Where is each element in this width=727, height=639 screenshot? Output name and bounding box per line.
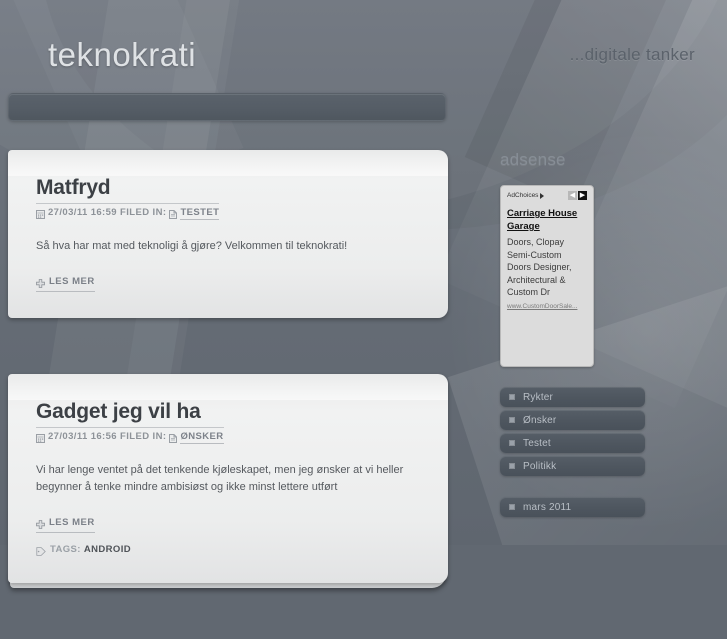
sidebar-item-archive-mars-2011[interactable]: mars 2011 <box>500 497 645 517</box>
category-label: Testet <box>523 437 551 449</box>
ad-prev-button[interactable]: ◀ <box>568 191 577 200</box>
ad-display-url[interactable]: www.CustomDoorSale... <box>507 303 587 310</box>
post-meta: 27/03/11 16:56 FILED IN: ØNSKER <box>36 427 224 444</box>
adsense-heading: adsense <box>500 150 566 169</box>
archive-list: mars 2011 <box>500 497 720 517</box>
post-body: Vi har lenge ventet på det tenkende kjøl… <box>36 464 404 493</box>
sidebar-item-politikk[interactable]: Politikk <box>500 456 645 476</box>
sidebar: adsense AdChoices ◀ ▶ Carriage House Gar… <box>500 150 720 520</box>
sidebar-item-onsker[interactable]: Ønsker <box>500 410 645 430</box>
ad-header: AdChoices ◀ ▶ <box>507 191 587 200</box>
category-label: Rykter <box>523 391 554 403</box>
site-title[interactable]: teknokrati <box>48 36 196 74</box>
post-date: 27/03/11 16:59 <box>48 207 117 218</box>
document-icon <box>169 433 178 444</box>
plus-icon <box>36 519 45 530</box>
square-bullet-icon <box>509 394 515 400</box>
post-meta: 27/03/11 16:59 FILED IN: TESTET <box>36 203 220 220</box>
post-category-link[interactable]: TESTET <box>180 207 220 220</box>
tags-label: TAGS: <box>50 544 81 555</box>
post-card: Gadget jeg vil ha 27/03/11 16:56 FILED I… <box>8 374 448 588</box>
ad-description: Doors, Clopay Semi-Custom Doors Designer… <box>507 237 572 297</box>
post-date: 27/03/11 16:56 <box>48 431 117 442</box>
adchoices-label: AdChoices <box>507 192 539 199</box>
post-tags: TAGS: ANDROID <box>36 544 424 557</box>
calendar-icon <box>36 209 45 220</box>
tag-link[interactable]: ANDROID <box>84 544 131 555</box>
page-root: teknokrati ...digitale tanker Matfryd 27… <box>0 0 727 588</box>
post-card: Matfryd 27/03/11 16:59 FILED IN: TESTET … <box>8 150 448 323</box>
adchoices-link[interactable]: AdChoices <box>507 192 545 199</box>
document-icon <box>169 209 178 220</box>
read-more-link[interactable]: LES MER <box>36 276 95 292</box>
post-title[interactable]: Matfryd <box>36 176 424 200</box>
calendar-icon <box>36 433 45 444</box>
adchoices-triangle-icon <box>540 192 545 199</box>
post-links: LES MER <box>36 512 424 533</box>
post-title[interactable]: Gadget jeg vil ha <box>36 400 424 424</box>
category-list: Rykter Ønsker Testet Politikk <box>500 387 720 476</box>
square-bullet-icon <box>509 463 515 469</box>
read-more-label: LES MER <box>49 517 95 528</box>
sidebar-item-testet[interactable]: Testet <box>500 433 645 453</box>
site-tagline: ...digitale tanker <box>569 45 695 64</box>
archive-label: mars 2011 <box>523 501 572 513</box>
tag-icon <box>36 546 46 557</box>
content-column: Matfryd 27/03/11 16:59 FILED IN: TESTET … <box>8 150 448 639</box>
nav-list <box>9 94 445 120</box>
filed-in-label: FILED IN: <box>120 207 167 218</box>
category-label: Politikk <box>523 460 557 472</box>
adsense-ad-unit[interactable]: AdChoices ◀ ▶ Carriage House Garage Door… <box>500 185 594 367</box>
plus-icon <box>36 278 45 289</box>
ad-nav-controls: ◀ ▶ <box>568 191 587 200</box>
post-body: Så hva har mat med teknoligi å gjøre? Ve… <box>36 240 348 252</box>
read-more-link[interactable]: LES MER <box>36 517 95 533</box>
category-label: Ønsker <box>523 414 557 426</box>
site-header: teknokrati ...digitale tanker <box>0 0 727 88</box>
square-bullet-icon <box>509 504 515 510</box>
read-more-label: LES MER <box>49 276 95 287</box>
square-bullet-icon <box>509 417 515 423</box>
ad-next-button[interactable]: ▶ <box>578 191 587 200</box>
post-category-link[interactable]: ØNSKER <box>180 431 224 444</box>
sidebar-item-rykter[interactable]: Rykter <box>500 387 645 407</box>
post-links: LES MER <box>36 271 424 292</box>
square-bullet-icon <box>509 440 515 446</box>
ad-title-link[interactable]: Carriage House Garage <box>507 207 587 233</box>
filed-in-label: FILED IN: <box>120 431 167 442</box>
main-navigation-bar[interactable] <box>8 93 446 121</box>
